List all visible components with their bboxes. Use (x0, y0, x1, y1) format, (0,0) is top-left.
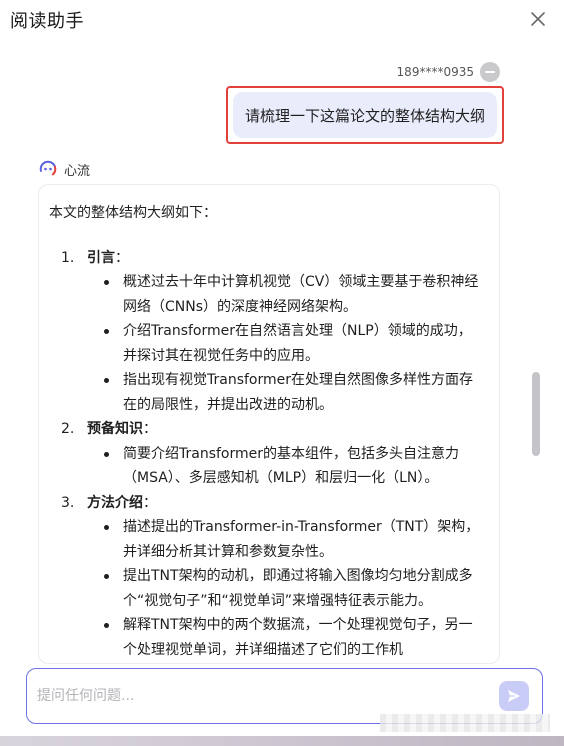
user-id: 189****0935 (396, 65, 474, 79)
section-number: 1. (61, 249, 75, 266)
section-number: 3. (61, 494, 75, 511)
send-icon (508, 690, 520, 702)
question-input[interactable] (37, 685, 477, 707)
bullet-item: 指出现有视觉Transformer在处理自然图像多样性方面存在的局限性，并提出改… (87, 368, 489, 417)
outline-section: 2. 预备知识： 简要介绍Transformer的基本组件，包括多头自注意力（M… (49, 417, 489, 491)
outline-section: 3. 方法介绍： 描述提出的Transformer-in-Transformer… (49, 491, 489, 663)
section-separator: ： (143, 494, 157, 511)
bot-logo-icon (39, 160, 57, 178)
section-separator: ： (143, 421, 157, 437)
user-query-bubble: 请梳理一下这篇论文的整体结构大纲 (233, 92, 497, 138)
bullet-item: 介绍Transformer在自然语言处理（NLP）领域的成功，并探讨其在视觉任务… (87, 319, 489, 368)
blurred-watermark (380, 714, 550, 732)
user-message-header: 189****0935 (397, 62, 500, 82)
panel-header: 阅读助手 (0, 0, 564, 40)
close-icon[interactable] (528, 9, 548, 29)
section-bullets: 概述过去十年中计算机视觉（CV）领域主要基于卷积神经网络（CNNs）的深度神经网… (87, 270, 489, 417)
outline-section: 1. 引言： 概述过去十年中计算机视觉（CV）领域主要基于卷积神经网络（CNNs… (49, 246, 489, 418)
bot-name: 心流 (64, 163, 91, 179)
send-button[interactable] (499, 681, 529, 711)
bullet-item: 概述过去十年中计算机视觉（CV）领域主要基于卷积神经网络（CNNs）的深度神经网… (87, 270, 489, 319)
user-query-text: 请梳理一下这篇论文的整体结构大纲 (244, 106, 485, 125)
bullet-item: 提出TNT架构的动机，即通过将输入图像均匀地分割成多个“视觉句子”和“视觉单词”… (87, 564, 489, 613)
scrollbar-thumb[interactable] (532, 372, 540, 456)
section-title: 方法介绍 (87, 494, 143, 511)
answer-content: 本文的整体结构大纲如下： 1. 引言： 概述过去十年中计算机视觉（CV）领域主要… (49, 201, 489, 662)
section-title: 预备知识 (87, 421, 143, 437)
bullet-item: 解释TNT架构中的两个数据流，一个处理视觉句子，另一个处理视觉单词，并详细描述了… (87, 613, 489, 662)
section-bullets: 简要介绍Transformer的基本组件，包括多头自注意力（MSA）、多层感知机… (87, 442, 489, 491)
bot-header: 心流 (38, 158, 90, 180)
bottom-edge (0, 736, 564, 746)
reading-assistant-panel: 阅读助手 189****0935 请梳理一下这篇论文的整体结构大纲 心流 本文的… (0, 0, 564, 746)
user-avatar-icon (480, 62, 500, 82)
section-title: 引言 (87, 249, 115, 266)
bullet-item: 描述提出的Transformer-in-Transformer（TNT）架构，并… (87, 515, 489, 564)
bullet-item: 简要介绍Transformer的基本组件，包括多头自注意力（MSA）、多层感知机… (87, 442, 489, 491)
section-number: 2. (61, 421, 75, 437)
answer-card: 本文的整体结构大纲如下： 1. 引言： 概述过去十年中计算机视觉（CV）领域主要… (38, 184, 500, 664)
answer-intro: 本文的整体结构大纲如下： (49, 205, 217, 221)
section-bullets: 描述提出的Transformer-in-Transformer（TNT）架构，并… (87, 515, 489, 662)
panel-title: 阅读助手 (10, 11, 84, 32)
section-separator: ： (115, 249, 129, 266)
